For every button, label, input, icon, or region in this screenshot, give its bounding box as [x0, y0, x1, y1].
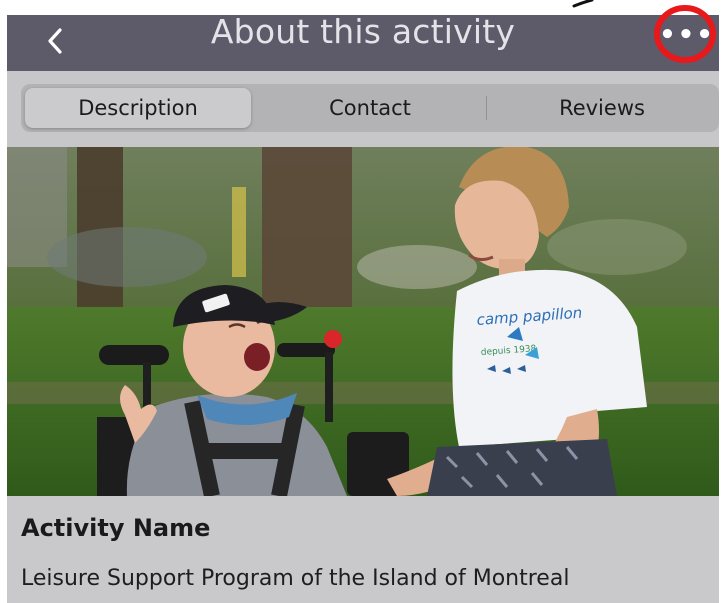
- activity-photo: camp papillon depuis 1938: [7, 147, 719, 496]
- tab-contact[interactable]: Contact: [255, 84, 485, 132]
- header-bar: About this activity •••: [7, 15, 719, 71]
- annotation-stroke: [572, 0, 594, 8]
- activity-name-value: Leisure Support Program of the Island of…: [21, 566, 570, 591]
- activity-details: Activity Name Leisure Support Program of…: [7, 496, 719, 603]
- segmented-control: Description Contact Reviews: [21, 84, 719, 132]
- page-title: About this activity: [210, 12, 516, 51]
- activity-photo-illustration: camp papillon depuis 1938: [7, 147, 719, 496]
- tab-description[interactable]: Description: [25, 88, 251, 128]
- left-margin: [0, 0, 7, 603]
- highlight-circle-annotation: [654, 5, 716, 63]
- activity-name-label: Activity Name: [21, 514, 211, 542]
- tab-bar-area: Description Contact Reviews: [7, 71, 719, 147]
- activity-screen: About this activity ••• Description Cont…: [0, 0, 723, 603]
- right-margin: [719, 0, 723, 603]
- tab-reviews[interactable]: Reviews: [487, 84, 717, 132]
